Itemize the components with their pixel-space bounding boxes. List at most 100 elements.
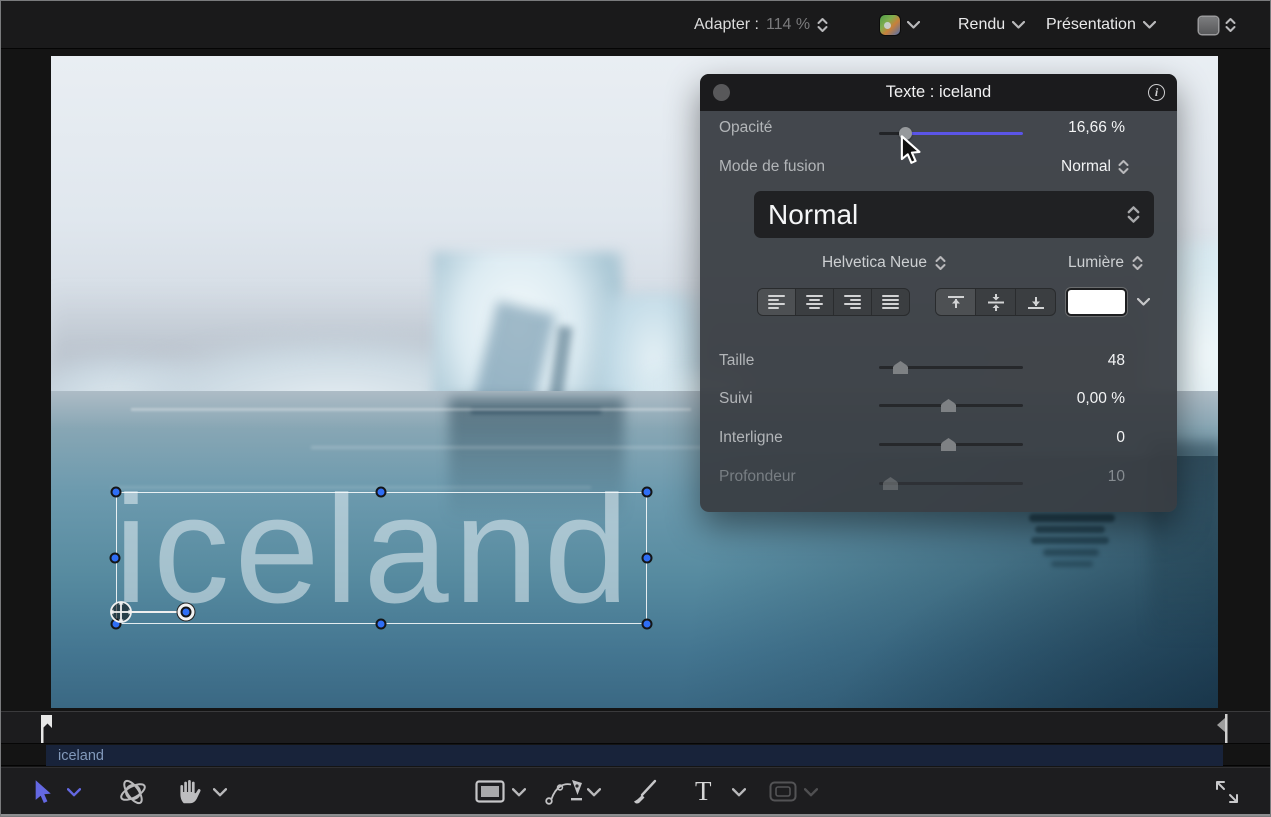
- palette-icon: [880, 15, 900, 35]
- font-weight-value: Lumière: [1068, 254, 1124, 272]
- valign-bottom-button[interactable]: [1016, 289, 1055, 315]
- tracking-value: 0,00 %: [1077, 390, 1125, 408]
- font-family-value: Helvetica Neue: [822, 254, 927, 272]
- anchor-point-icon[interactable]: [107, 598, 135, 626]
- selection-handle-bottom-center[interactable]: [376, 619, 387, 630]
- text-tool-button[interactable]: T: [695, 768, 712, 815]
- leading-value: 0: [1116, 429, 1125, 447]
- align-right-button[interactable]: [834, 289, 872, 315]
- select-tool-button[interactable]: [34, 768, 53, 815]
- text-tool-icon: T: [695, 776, 712, 807]
- playhead-marker-icon[interactable]: [34, 715, 52, 743]
- font-family-select[interactable]: Helvetica Neue: [754, 254, 1014, 272]
- valign-middle-icon: [986, 294, 1006, 311]
- selection-handle-top-left[interactable]: [111, 487, 122, 498]
- pen-tool-icon: [544, 778, 588, 806]
- stepper-icon: [1118, 159, 1129, 175]
- leading-label: Interligne: [719, 429, 783, 447]
- selection-handle-top-right[interactable]: [642, 487, 653, 498]
- hud-header[interactable]: Texte : iceland i: [700, 74, 1177, 111]
- mask-tool-icon: [769, 781, 797, 802]
- info-icon[interactable]: i: [1148, 84, 1165, 101]
- bezier-tool-chevron-icon[interactable]: [587, 788, 601, 797]
- align-right-icon: [844, 295, 861, 309]
- ripple: [1031, 537, 1109, 544]
- mini-timeline-ruler[interactable]: [1, 711, 1270, 744]
- rect-tool-icon: [475, 780, 505, 803]
- size-slider-thumb[interactable]: [893, 361, 908, 374]
- leading-slider-thumb[interactable]: [941, 438, 956, 451]
- motion-app-window: Adapter : 114 % Rendu Présentation: [0, 0, 1271, 817]
- ripple: [1051, 561, 1093, 567]
- orbit-tool-button[interactable]: [117, 768, 149, 815]
- render-label: Rendu: [958, 16, 1005, 34]
- view-menu[interactable]: Présentation: [1046, 1, 1156, 49]
- expand-arrows-icon: [1213, 778, 1241, 806]
- depth-slider-thumb: [883, 477, 898, 490]
- opacity-label: Opacité: [719, 119, 772, 137]
- font-weight-select[interactable]: Lumière: [1068, 254, 1143, 272]
- align-left-button[interactable]: [758, 289, 796, 315]
- ripple: [1043, 549, 1099, 556]
- stepper-icon[interactable]: [817, 17, 828, 33]
- blend-mode-label: Mode de fusion: [719, 158, 825, 176]
- render-menu[interactable]: Rendu: [958, 1, 1025, 49]
- depth-slider-track: [879, 482, 1023, 485]
- bottom-toolbar: T: [1, 767, 1270, 814]
- horizontal-align-group: [757, 288, 910, 316]
- end-marker-icon[interactable]: [1215, 714, 1229, 743]
- hud-close-button[interactable]: [713, 84, 730, 101]
- size-label: Taille: [719, 352, 754, 370]
- vertical-align-group: [935, 288, 1056, 316]
- zoom-label: Adapter :: [694, 16, 759, 34]
- align-justify-icon: [882, 295, 899, 309]
- timeline-track: iceland: [1, 745, 1270, 766]
- layout-square-icon: [1199, 17, 1218, 34]
- ripple: [1035, 526, 1105, 533]
- orbit-tool-icon: [117, 776, 149, 808]
- preset-dropdown[interactable]: Normal: [754, 191, 1154, 238]
- opacity-slider-fill: [906, 132, 1023, 135]
- valign-top-button[interactable]: [936, 289, 976, 315]
- rect-tool-chevron-icon[interactable]: [512, 788, 526, 797]
- zoom-control[interactable]: Adapter : 114 %: [694, 1, 828, 49]
- rect-tool-button[interactable]: [475, 768, 505, 815]
- selection-handle-top-center[interactable]: [376, 487, 387, 498]
- mask-tool-chevron-icon: [804, 788, 818, 797]
- selection-handle-mid-left[interactable]: [110, 553, 121, 564]
- selection-handle-bottom-right[interactable]: [642, 619, 653, 630]
- color-display-menu[interactable]: [880, 1, 920, 49]
- selection-bounding-box[interactable]: [116, 492, 647, 624]
- align-center-button[interactable]: [796, 289, 834, 315]
- preset-value: Normal: [768, 199, 858, 231]
- selection-handle-mid-right[interactable]: [642, 553, 653, 564]
- expand-view-button[interactable]: [1213, 768, 1241, 815]
- color-chevron-down-icon[interactable]: [1137, 298, 1150, 306]
- text-hud-panel: Texte : iceland i Opacité 16,66 % Mode d…: [700, 74, 1177, 512]
- text-tool-chevron-icon[interactable]: [732, 788, 746, 797]
- select-tool-chevron-icon[interactable]: [67, 788, 81, 797]
- pan-tool-chevron-icon[interactable]: [213, 788, 227, 797]
- brush-icon: [631, 778, 659, 806]
- pan-tool-button[interactable]: [177, 768, 203, 815]
- align-justify-button[interactable]: [872, 289, 909, 315]
- paint-tool-button[interactable]: [631, 768, 659, 815]
- depth-label: Profondeur: [719, 468, 796, 486]
- timeline-clip[interactable]: iceland: [46, 745, 1223, 766]
- text-color-swatch[interactable]: [1066, 288, 1127, 316]
- window-layout-control[interactable]: [1199, 1, 1236, 49]
- bezier-tool-button[interactable]: [544, 768, 588, 815]
- hud-title: Texte : iceland: [886, 83, 991, 102]
- opacity-value: 16,66 %: [1068, 119, 1125, 137]
- tracking-slider-thumb[interactable]: [941, 399, 956, 412]
- chevron-down-icon: [1012, 21, 1025, 29]
- size-value: 48: [1108, 352, 1125, 370]
- stepper-icon: [1225, 17, 1236, 33]
- blend-mode-select[interactable]: Normal: [1061, 158, 1129, 176]
- chevron-down-icon: [1143, 21, 1156, 29]
- zoom-value: 114 %: [766, 16, 810, 34]
- clip-label: iceland: [58, 748, 104, 764]
- valign-middle-button[interactable]: [976, 289, 1016, 315]
- light-streak: [131, 408, 691, 411]
- baseline-handle[interactable]: [181, 607, 192, 618]
